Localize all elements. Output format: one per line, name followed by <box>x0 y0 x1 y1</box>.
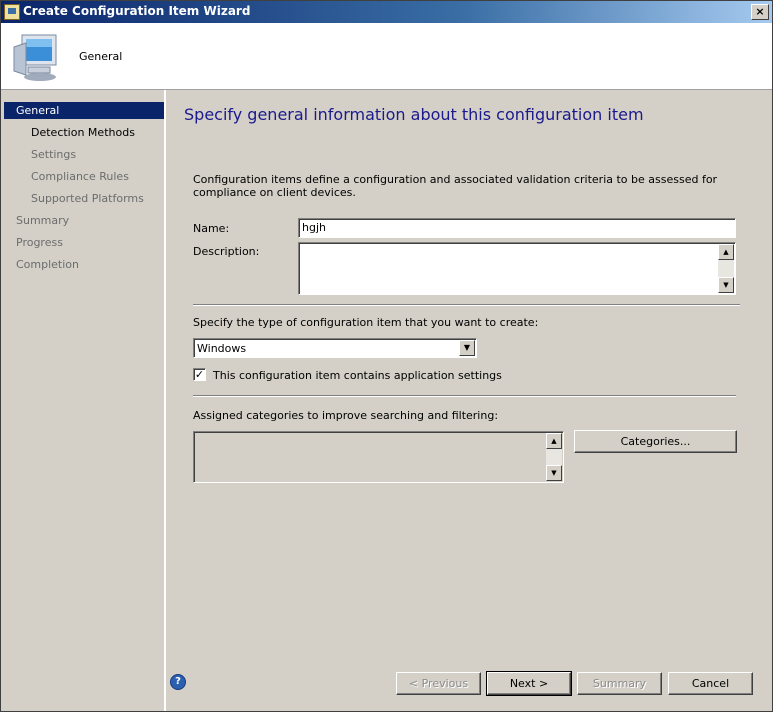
divider <box>193 395 736 397</box>
nav-item-summary: Summary <box>16 214 70 227</box>
wizard-window: Create Configuration Item Wizard × Gener… <box>0 0 773 712</box>
type-label: Specify the type of configuration item t… <box>193 316 539 329</box>
wizard-header: General <box>1 23 772 90</box>
help-icon[interactable]: ? <box>170 674 186 690</box>
categories-button[interactable]: Categories... <box>574 430 737 453</box>
nav-item-settings: Settings <box>31 148 77 161</box>
nav-item-progress: Progress <box>16 236 63 249</box>
summary-button: Summary <box>577 672 662 695</box>
divider <box>193 304 740 306</box>
header-title: General <box>79 50 123 63</box>
computer-monitor-icon <box>13 34 57 81</box>
scroll-down-icon[interactable]: ▼ <box>718 277 734 293</box>
name-label: Name: <box>193 222 230 235</box>
title-bar[interactable]: Create Configuration Item Wizard × <box>1 1 772 23</box>
name-field[interactable]: hgjh <box>298 218 736 238</box>
app-icon <box>4 4 20 20</box>
description-scrollbar[interactable]: ▲ ▼ <box>718 244 734 293</box>
app-settings-checkbox[interactable]: ✓ <box>193 368 206 381</box>
scroll-up-icon[interactable]: ▲ <box>718 244 734 260</box>
description-label: Description: <box>193 245 260 258</box>
cancel-button[interactable]: Cancel <box>668 672 753 695</box>
wizard-page: Specify general information about this c… <box>166 90 772 711</box>
app-settings-label: This configuration item contains applica… <box>213 369 502 382</box>
nav-item-compliance-rules: Compliance Rules <box>31 170 129 183</box>
nav-item-detection-methods[interactable]: Detection Methods <box>4 124 135 141</box>
categories-list[interactable]: ▲ ▼ <box>193 431 564 483</box>
next-button[interactable]: Next > <box>486 671 572 696</box>
type-select[interactable]: Windows ▼ <box>193 338 477 358</box>
categories-scrollbar[interactable]: ▲ ▼ <box>546 433 562 481</box>
close-button[interactable]: × <box>751 4 769 20</box>
name-value: hgjh <box>302 221 326 234</box>
categories-label: Assigned categories to improve searching… <box>193 409 499 422</box>
intro-text: Configuration items define a configurati… <box>193 173 718 199</box>
wizard-nav: General Detection Methods Settings Compl… <box>1 90 166 711</box>
page-title: Specify general information about this c… <box>184 105 644 124</box>
nav-item-completion: Completion <box>16 258 80 271</box>
scroll-up-icon[interactable]: ▲ <box>546 433 562 449</box>
chevron-down-icon[interactable]: ▼ <box>459 340 475 356</box>
window-title: Create Configuration Item Wizard <box>23 4 251 18</box>
nav-item-general[interactable]: General <box>4 102 164 119</box>
description-field[interactable]: ▲ ▼ <box>298 242 736 295</box>
type-value: Windows <box>197 342 247 355</box>
nav-item-supported-platforms: Supported Platforms <box>31 192 144 205</box>
scroll-down-icon[interactable]: ▼ <box>546 465 562 481</box>
previous-button: < Previous <box>396 672 481 695</box>
